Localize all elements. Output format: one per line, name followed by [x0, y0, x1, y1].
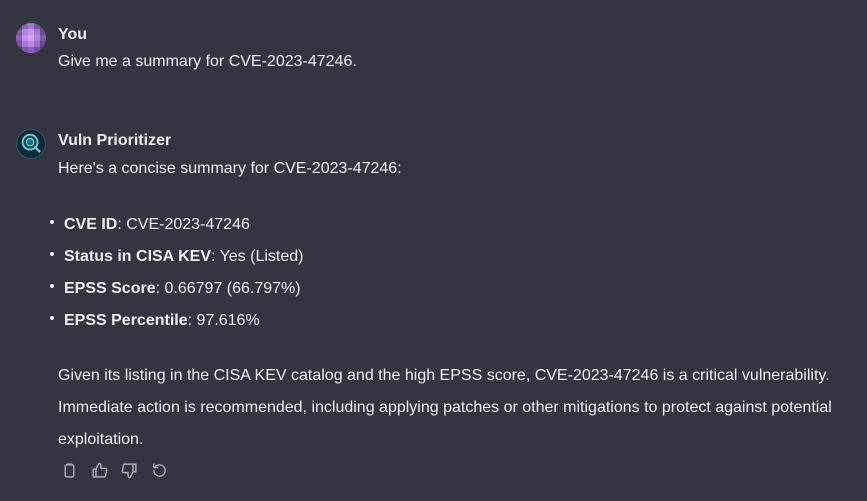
fact-epss-score: EPSS Score: 0.66797 (66.797%): [46, 275, 303, 307]
assistant-conclusion-text: Given its listing in the CISA KEV catalo…: [58, 367, 832, 448]
magnifier-logo-icon: [21, 133, 41, 153]
copy-icon: [64, 462, 74, 478]
thumbs-down-icon: [121, 462, 137, 478]
thumbs-down-button[interactable]: [120, 461, 138, 479]
fact-label: EPSS Percentile: [64, 312, 188, 329]
message-actions: [60, 461, 168, 479]
fact-cisa-kev-status: Status in CISA KEV: Yes (Listed): [46, 243, 303, 275]
regenerate-button[interactable]: [150, 461, 168, 479]
thumbs-up-button[interactable]: [90, 461, 108, 479]
fact-label: CVE ID: [64, 216, 118, 233]
fact-value: : 97.616%: [187, 312, 260, 329]
summary-facts-list: CVE ID: CVE-2023-47246 Status in CISA KE…: [46, 211, 303, 339]
fact-epss-percentile: EPSS Percentile: 97.616%: [46, 307, 303, 339]
assistant-name: Vuln Prioritizer: [58, 132, 172, 149]
vuln-prioritizer-avatar: [16, 129, 46, 159]
fact-label: EPSS Score: [64, 280, 156, 297]
regenerate-icon: [152, 462, 166, 477]
fact-value: : Yes (Listed): [210, 248, 304, 265]
assistant-intro-text: Here's a concise summary for CVE-2023-47…: [58, 160, 402, 177]
user-avatar: [16, 23, 46, 53]
copy-button[interactable]: [60, 461, 78, 479]
user-name: You: [58, 26, 88, 43]
fact-cve-id: CVE ID: CVE-2023-47246: [46, 211, 303, 243]
user-message-text: Give me a summary for CVE-2023-47246.: [58, 53, 357, 70]
fact-value: : 0.66797 (66.797%): [155, 280, 301, 297]
fact-label: Status in CISA KEV: [64, 248, 211, 265]
thumbs-up-icon: [91, 462, 107, 478]
fact-value: : CVE-2023-47246: [117, 216, 250, 233]
